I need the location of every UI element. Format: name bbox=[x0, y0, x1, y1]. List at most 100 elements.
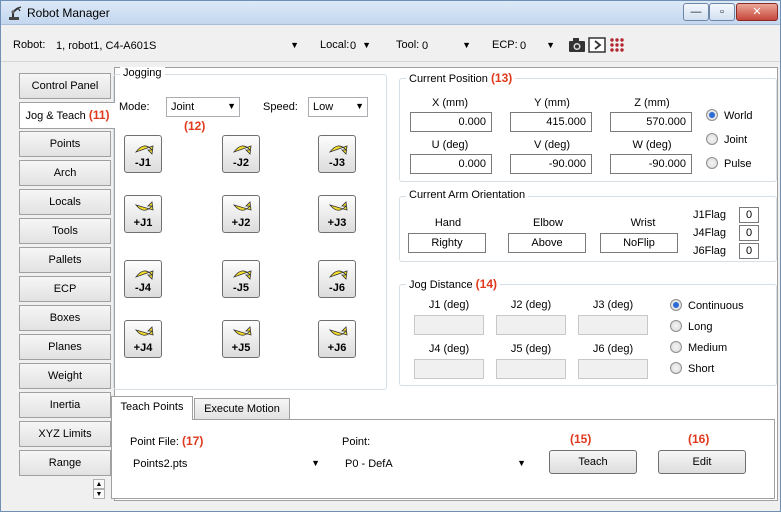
maximize-button[interactable]: ▫ bbox=[709, 3, 735, 21]
hand-label: Hand bbox=[434, 217, 462, 229]
tab-label: XYZ Limits bbox=[38, 428, 92, 440]
jog-button-minus-j4[interactable]: -J4 bbox=[124, 260, 162, 298]
point-value: P0 - DefA bbox=[345, 458, 393, 470]
j6-distance-label: J6 (deg) bbox=[592, 343, 634, 355]
j1-distance-field[interactable] bbox=[414, 315, 484, 335]
annotation-16: (16) bbox=[688, 432, 710, 446]
point-file-value: Points2.pts bbox=[133, 458, 188, 470]
j4flag-field: 0 bbox=[739, 225, 759, 241]
jog-arrow-icon bbox=[134, 326, 154, 336]
jog-button-label: +J4 bbox=[133, 342, 153, 354]
tab-label: Tools bbox=[52, 225, 78, 237]
y-field[interactable]: 415.000 bbox=[510, 112, 592, 132]
tool-select[interactable]: 0 ▼ bbox=[417, 36, 475, 56]
jog-button-minus-j1[interactable]: -J1 bbox=[124, 135, 162, 173]
teach-button[interactable]: Teach bbox=[549, 450, 637, 474]
io-grid-icon[interactable] bbox=[608, 36, 626, 54]
tab-range[interactable]: Range bbox=[19, 450, 111, 476]
radio-icon bbox=[706, 133, 718, 145]
jog-button-label: -J3 bbox=[329, 157, 345, 169]
tab-label: Locals bbox=[49, 196, 81, 208]
z-label: Z (mm) bbox=[634, 97, 670, 109]
jog-button-minus-j6[interactable]: -J6 bbox=[318, 260, 356, 298]
close-button[interactable]: ✕ bbox=[736, 3, 778, 21]
z-field[interactable]: 570.000 bbox=[610, 112, 692, 132]
tab-inertia[interactable]: Inertia bbox=[19, 392, 111, 418]
tab-locals[interactable]: Locals bbox=[19, 189, 111, 215]
v-field[interactable]: -90.000 bbox=[510, 154, 592, 174]
tool-label: Tool: bbox=[396, 39, 420, 51]
j5-distance-field[interactable] bbox=[496, 359, 566, 379]
tab-label: Jog & Teach bbox=[25, 110, 86, 122]
u-field[interactable]: 0.000 bbox=[410, 154, 492, 174]
play-icon[interactable] bbox=[588, 36, 606, 54]
jog-button-plusminus-j3[interactable]: +J3 bbox=[318, 195, 356, 233]
jog-button-minus-j3[interactable]: -J3 bbox=[318, 135, 356, 173]
ecp-select[interactable]: 0 ▼ bbox=[515, 36, 559, 56]
robot-select[interactable]: 1, robot1, C4-A601S ▼ bbox=[51, 36, 303, 56]
j4-distance-field[interactable] bbox=[414, 359, 484, 379]
radio-medium[interactable]: Medium bbox=[670, 341, 727, 354]
jog-button-plusminus-j1[interactable]: +J1 bbox=[124, 195, 162, 233]
local-select[interactable]: 0 ▼ bbox=[345, 36, 375, 56]
tab-boxes[interactable]: Boxes bbox=[19, 305, 111, 331]
tab-arch[interactable]: Arch bbox=[19, 160, 111, 186]
tab-planes[interactable]: Planes bbox=[19, 334, 111, 360]
jog-button-plusminus-j4[interactable]: +J4 bbox=[124, 320, 162, 358]
point-file-select[interactable]: Points2.pts ▼ bbox=[128, 454, 324, 474]
j3-distance-field[interactable] bbox=[578, 315, 648, 335]
jog-button-minus-j5[interactable]: -J5 bbox=[222, 260, 260, 298]
title-bar[interactable]: Robot Manager — ▫ ✕ bbox=[1, 1, 780, 25]
radio-selected-icon bbox=[706, 109, 718, 121]
point-select[interactable]: P0 - DefA ▼ bbox=[340, 454, 530, 474]
tab-scroll-down-button[interactable]: ▼ bbox=[93, 489, 105, 499]
j5-distance-label: J5 (deg) bbox=[510, 343, 552, 355]
annotation-14: (14) bbox=[475, 277, 497, 291]
tab-scroll-up-button[interactable]: ▲ bbox=[93, 479, 105, 489]
tab-ecp[interactable]: ECP bbox=[19, 276, 111, 302]
annotation-17: (17) bbox=[181, 434, 204, 448]
radio-continuous[interactable]: Continuous bbox=[670, 299, 744, 312]
annotation-15: (15) bbox=[570, 432, 592, 446]
edit-button[interactable]: Edit bbox=[658, 450, 746, 474]
j6-distance-field[interactable] bbox=[578, 359, 648, 379]
j1-distance-label: J1 (deg) bbox=[428, 299, 470, 311]
radio-pulse[interactable]: Pulse bbox=[706, 157, 752, 170]
radio-world[interactable]: World bbox=[706, 109, 753, 122]
jog-button-label: +J1 bbox=[133, 217, 153, 229]
tab-jog-teach[interactable]: Jog & Teach (11) bbox=[19, 102, 115, 129]
speed-select[interactable]: Low ▼ bbox=[308, 97, 368, 117]
minimize-button[interactable]: — bbox=[683, 3, 709, 21]
jog-button-plusminus-j6[interactable]: +J6 bbox=[318, 320, 356, 358]
camera-icon[interactable] bbox=[568, 36, 586, 54]
tab-execute-motion[interactable]: Execute Motion bbox=[194, 398, 290, 420]
j1flag-field: 0 bbox=[739, 207, 759, 223]
mode-select[interactable]: Joint ▼ bbox=[166, 97, 240, 117]
x-field[interactable]: 0.000 bbox=[410, 112, 492, 132]
jog-arrow-icon bbox=[232, 270, 252, 280]
w-field[interactable]: -90.000 bbox=[610, 154, 692, 174]
jogging-title: Jogging bbox=[120, 67, 165, 79]
j4flag-label: J4Flag bbox=[693, 227, 727, 239]
window-title: Robot Manager bbox=[27, 6, 110, 20]
tab-xyz-limits[interactable]: XYZ Limits bbox=[19, 421, 111, 447]
j2-distance-label: J2 (deg) bbox=[510, 299, 552, 311]
j2-distance-field[interactable] bbox=[496, 315, 566, 335]
jog-button-plusminus-j5[interactable]: +J5 bbox=[222, 320, 260, 358]
radio-long[interactable]: Long bbox=[670, 320, 712, 333]
tab-teach-points[interactable]: Teach Points bbox=[111, 396, 193, 420]
tab-control-panel[interactable]: Control Panel bbox=[19, 73, 111, 99]
y-label: Y (mm) bbox=[534, 97, 570, 109]
jog-button-plusminus-j2[interactable]: +J2 bbox=[222, 195, 260, 233]
radio-joint[interactable]: Joint bbox=[706, 133, 747, 146]
tab-weight[interactable]: Weight bbox=[19, 363, 111, 389]
local-select-value: 0 bbox=[350, 40, 357, 52]
radio-label: Continuous bbox=[688, 300, 744, 312]
tab-tools[interactable]: Tools bbox=[19, 218, 111, 244]
robot-label: Robot: bbox=[13, 39, 46, 51]
tab-points[interactable]: Points bbox=[19, 131, 111, 157]
tab-pallets[interactable]: Pallets bbox=[19, 247, 111, 273]
jog-button-minus-j2[interactable]: -J2 bbox=[222, 135, 260, 173]
chevron-down-icon: ▼ bbox=[311, 458, 320, 468]
radio-short[interactable]: Short bbox=[670, 362, 714, 375]
